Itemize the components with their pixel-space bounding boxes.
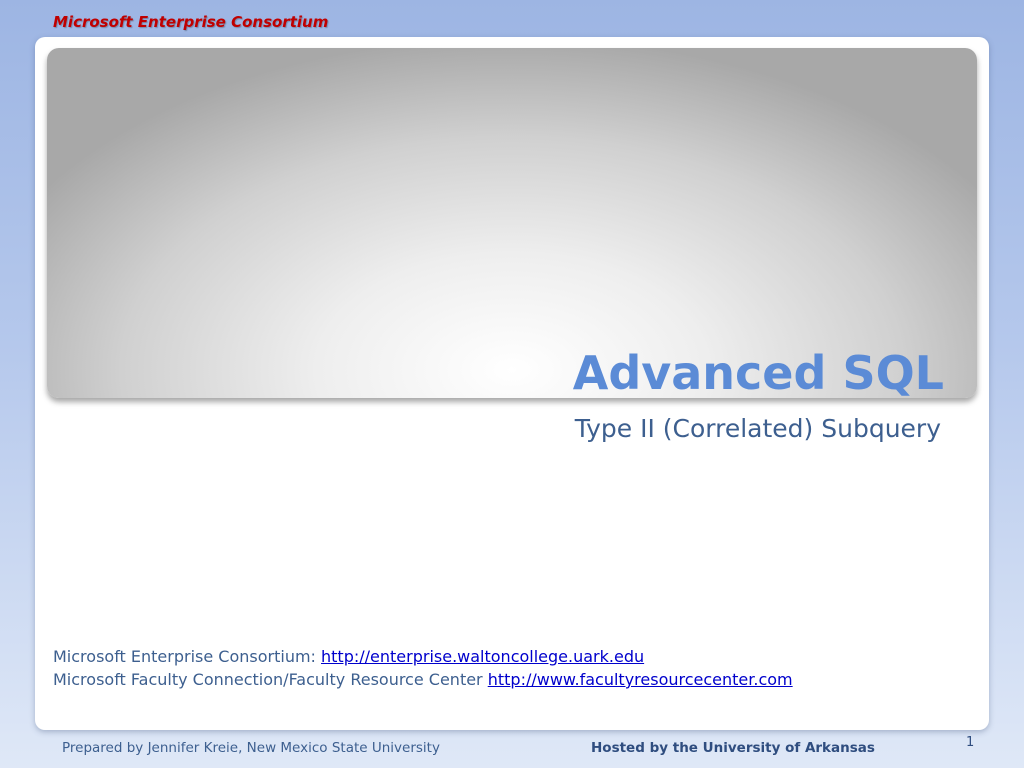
link-prefix-consortium: Microsoft Enterprise Consortium: (53, 647, 322, 666)
link-prefix-faculty: Microsoft Faculty Connection/Faculty Res… (53, 670, 488, 689)
slide-subtitle: Type II (Correlated) Subquery (574, 414, 941, 443)
consortium-header: Microsoft Enterprise Consortium (53, 13, 329, 31)
link-line-faculty: Microsoft Faculty Connection/Faculty Res… (53, 668, 793, 691)
links-block: Microsoft Enterprise Consortium: http://… (53, 645, 793, 691)
slide-number: 1 (966, 735, 975, 750)
footer-hosted-by: Hosted by the University of Arkansas (591, 740, 875, 756)
footer-prepared-by: Prepared by Jennifer Kreie, New Mexico S… (62, 740, 440, 756)
faculty-resource-link[interactable]: http://www.facultyresourcecenter.com (488, 670, 793, 689)
link-line-consortium: Microsoft Enterprise Consortium: http://… (53, 645, 793, 668)
slide-title: Advanced SQL (572, 346, 944, 400)
enterprise-link[interactable]: http://enterprise.waltoncollege.uark.edu (321, 647, 644, 666)
